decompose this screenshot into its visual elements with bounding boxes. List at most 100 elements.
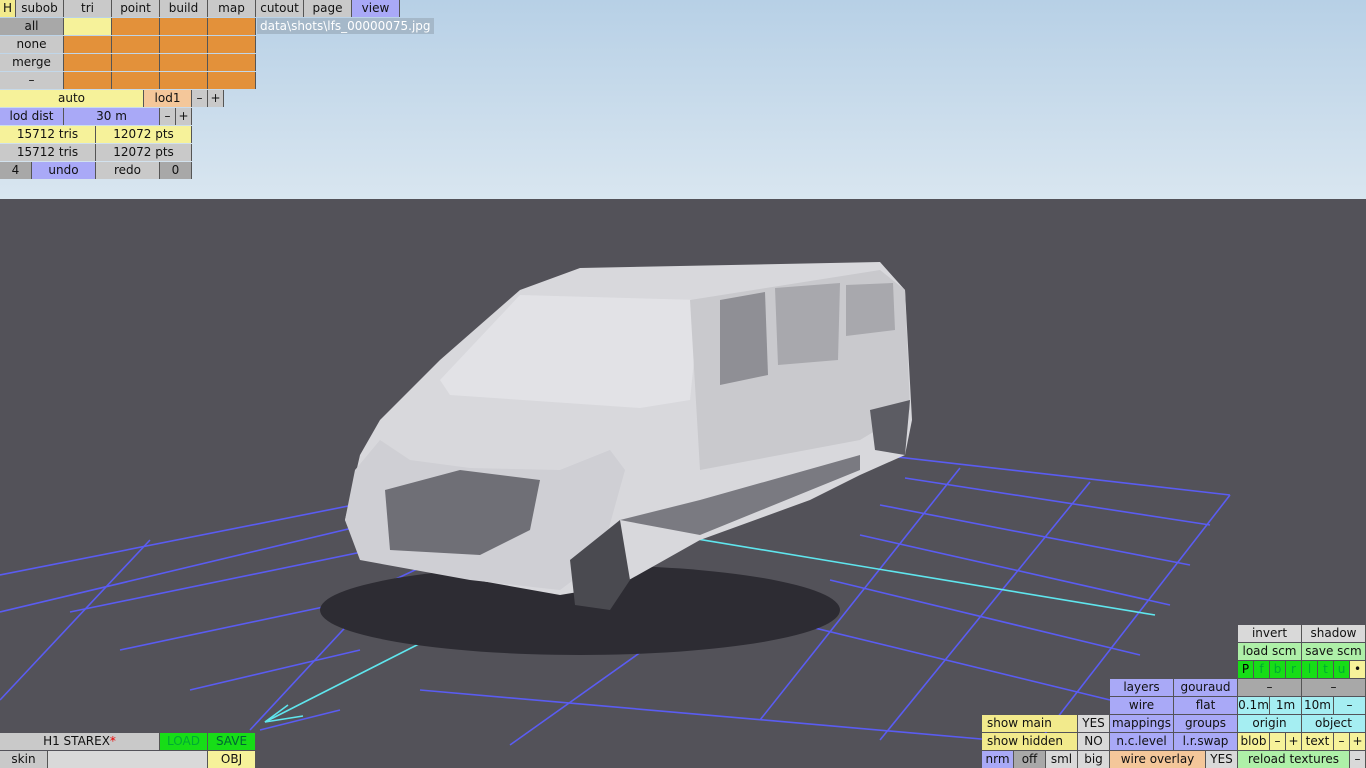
layers-button[interactable]: layers xyxy=(1110,679,1174,696)
select-cell[interactable] xyxy=(160,72,208,89)
blob-label: blob xyxy=(1238,733,1270,750)
show-main-toggle[interactable]: YES xyxy=(1078,715,1110,732)
view-front-button[interactable]: f xyxy=(1254,661,1270,678)
gouraud-button[interactable]: gouraud xyxy=(1174,679,1238,696)
select-cell[interactable] xyxy=(160,36,208,53)
grid-1m-button[interactable]: 1m xyxy=(1270,697,1302,714)
lr-swap-button[interactable]: l.r.swap xyxy=(1174,733,1238,750)
reload-textures-button[interactable]: reload textures xyxy=(1238,751,1350,768)
select-cell[interactable] xyxy=(160,18,208,35)
tab-subob[interactable]: subob xyxy=(16,0,64,17)
undo-button[interactable]: undo xyxy=(32,162,96,179)
select-cell[interactable] xyxy=(208,72,256,89)
select-cell[interactable] xyxy=(112,36,160,53)
object-button[interactable]: object xyxy=(1302,715,1366,732)
vehicle-model[interactable] xyxy=(320,262,912,655)
lod-dist-label: lod dist xyxy=(0,108,64,125)
show-hidden-toggle[interactable]: NO xyxy=(1078,733,1110,750)
file-path-label: data\shots\lfs_00000075.jpg xyxy=(257,18,434,34)
show-main-label: show main xyxy=(982,715,1078,732)
grid-10m-button[interactable]: 10m xyxy=(1302,697,1334,714)
lod-dist-decrease-button[interactable]: – xyxy=(160,108,176,125)
redo-button[interactable]: redo xyxy=(96,162,160,179)
invert-button[interactable]: invert xyxy=(1238,625,1302,642)
undo-count: 4 xyxy=(0,162,32,179)
viewport-3d[interactable] xyxy=(0,0,1366,768)
shadow-button[interactable]: shadow xyxy=(1302,625,1366,642)
wire-button[interactable]: wire xyxy=(1110,697,1174,714)
load-scm-button[interactable]: load scm xyxy=(1238,643,1302,660)
tab-cutout[interactable]: cutout xyxy=(256,0,304,17)
tris-count-2: 15712 tris xyxy=(0,144,96,161)
view-left-button[interactable]: l xyxy=(1302,661,1318,678)
model-name-field[interactable]: H1 STAREX* xyxy=(0,733,160,750)
pts-count-1: 12072 pts xyxy=(96,126,192,143)
normals-small-button[interactable]: sml xyxy=(1046,751,1078,768)
obj-button[interactable]: OBJ xyxy=(208,751,256,768)
skin-label: skin xyxy=(0,751,48,768)
tab-tri[interactable]: tri xyxy=(64,0,112,17)
model-name: H1 STAREX xyxy=(43,734,110,748)
select-cell[interactable] xyxy=(208,18,256,35)
blob-decrease-button[interactable]: – xyxy=(1270,733,1286,750)
origin-button[interactable]: origin xyxy=(1238,715,1302,732)
wire-overlay-label: wire overlay xyxy=(1110,751,1206,768)
select-cell[interactable] xyxy=(112,72,160,89)
select-cell[interactable] xyxy=(64,72,112,89)
merge-button[interactable]: merge xyxy=(0,54,64,71)
view-under-button[interactable]: u xyxy=(1334,661,1350,678)
blob-increase-button[interactable]: + xyxy=(1286,733,1302,750)
normals-off-button[interactable]: off xyxy=(1014,751,1046,768)
select-cell[interactable] xyxy=(208,54,256,71)
select-cell[interactable] xyxy=(112,18,160,35)
groups-button[interactable]: groups xyxy=(1174,715,1238,732)
pts-count-2: 12072 pts xyxy=(96,144,192,161)
lod-increase-button[interactable]: + xyxy=(208,90,224,107)
select-none-button[interactable]: none xyxy=(0,36,64,53)
dash-button-right[interactable]: – xyxy=(1302,679,1366,696)
grid-off-button[interactable]: – xyxy=(1334,697,1366,714)
grid-01m-button[interactable]: 0.1m xyxy=(1238,697,1270,714)
dash-button-left[interactable]: – xyxy=(1238,679,1302,696)
tab-page[interactable]: page xyxy=(304,0,352,17)
flat-button[interactable]: flat xyxy=(1174,697,1238,714)
normals-button[interactable]: nrm xyxy=(982,751,1014,768)
dash-button[interactable]: – xyxy=(0,72,64,89)
select-all-button[interactable]: all xyxy=(0,18,64,35)
modified-mark: * xyxy=(109,734,116,748)
mappings-button[interactable]: mappings xyxy=(1110,715,1174,732)
tab-point[interactable]: point xyxy=(112,0,160,17)
select-cell[interactable] xyxy=(160,54,208,71)
tab-view[interactable]: view xyxy=(352,0,400,17)
view-back-button[interactable]: b xyxy=(1270,661,1286,678)
normals-big-button[interactable]: big xyxy=(1078,751,1110,768)
select-cell[interactable] xyxy=(64,54,112,71)
redo-count: 0 xyxy=(160,162,192,179)
tab-map[interactable]: map xyxy=(208,0,256,17)
lod-dist-value[interactable]: 30 m xyxy=(64,108,160,125)
help-button[interactable]: H xyxy=(0,0,16,17)
text-decrease-button[interactable]: – xyxy=(1334,733,1350,750)
save-scm-button[interactable]: save scm xyxy=(1302,643,1366,660)
text-increase-button[interactable]: + xyxy=(1350,733,1366,750)
view-dot-button[interactable]: • xyxy=(1350,661,1366,678)
view-perspective-button[interactable]: P xyxy=(1238,661,1254,678)
skin-input[interactable] xyxy=(48,751,208,768)
text-label: text xyxy=(1302,733,1334,750)
lod-level-button[interactable]: lod1 xyxy=(144,90,192,107)
view-top-button[interactable]: t xyxy=(1318,661,1334,678)
select-cell[interactable] xyxy=(64,18,112,35)
tab-build[interactable]: build xyxy=(160,0,208,17)
wire-overlay-toggle[interactable]: YES xyxy=(1206,751,1238,768)
select-cell[interactable] xyxy=(112,54,160,71)
load-button[interactable]: LOAD xyxy=(160,733,208,750)
lod-decrease-button[interactable]: – xyxy=(192,90,208,107)
save-button[interactable]: SAVE xyxy=(208,733,256,750)
select-cell[interactable] xyxy=(64,36,112,53)
select-cell[interactable] xyxy=(208,36,256,53)
view-right-button[interactable]: r xyxy=(1286,661,1302,678)
lod-dist-increase-button[interactable]: + xyxy=(176,108,192,125)
nc-level-button[interactable]: n.c.level xyxy=(1110,733,1174,750)
lod-auto-button[interactable]: auto xyxy=(0,90,144,107)
reload-dash-button[interactable]: – xyxy=(1350,751,1366,768)
